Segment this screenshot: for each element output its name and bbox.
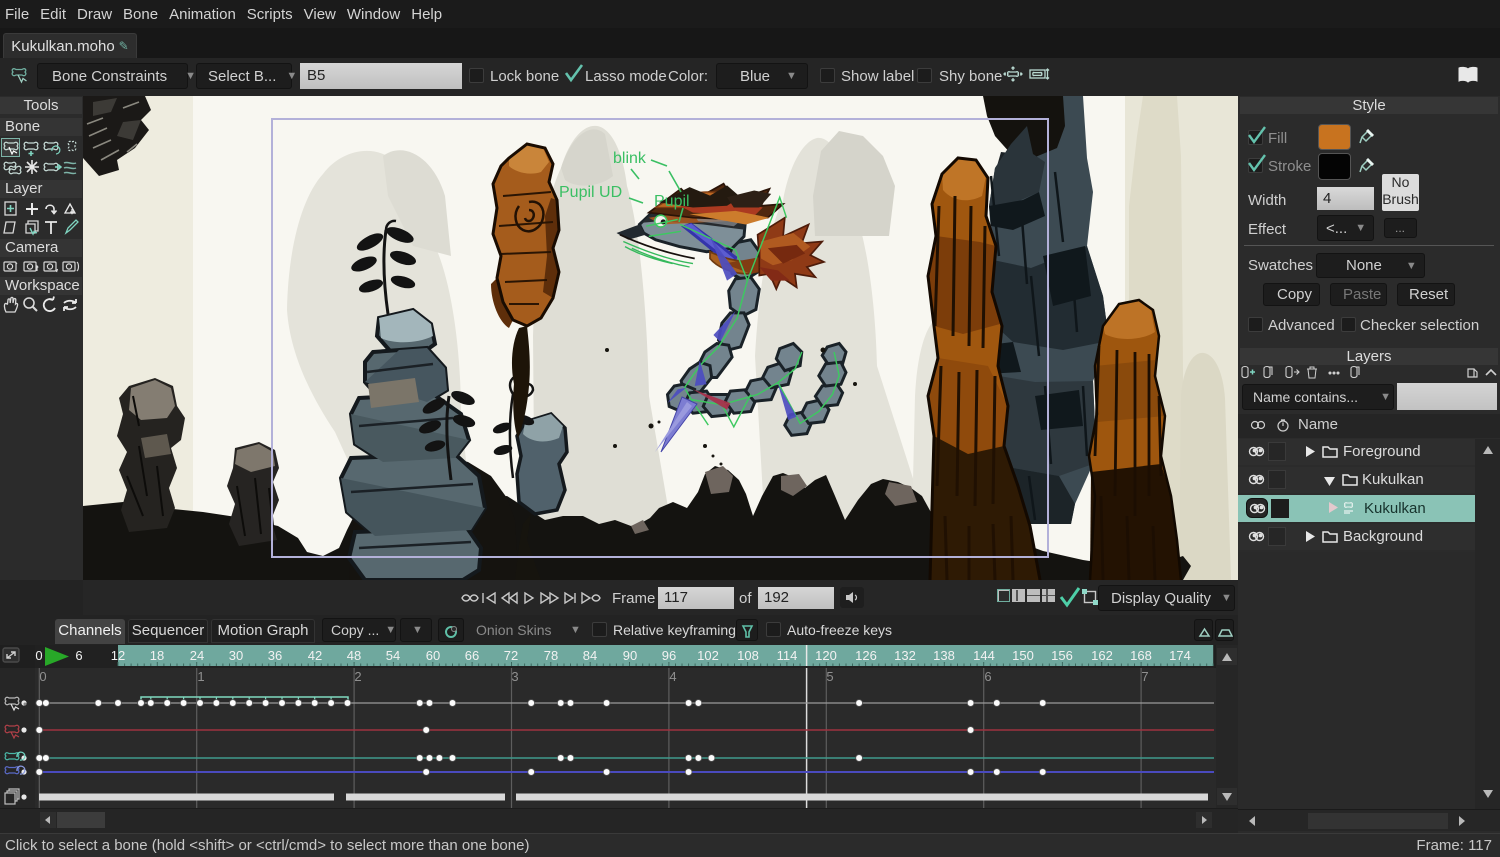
svg-text:132: 132 [894,648,916,663]
svg-text:90: 90 [623,648,637,663]
svg-text:6: 6 [75,648,82,663]
svg-text:96: 96 [662,648,676,663]
svg-text:0: 0 [35,648,42,663]
svg-text:60: 60 [426,648,440,663]
svg-text:162: 162 [1091,648,1113,663]
svg-text:Pupil UD: Pupil UD [559,184,622,201]
svg-text:108: 108 [737,648,759,663]
svg-text:7: 7 [1141,669,1148,684]
svg-text:42: 42 [308,648,322,663]
svg-text:0: 0 [39,669,46,684]
svg-text:3: 3 [511,669,518,684]
svg-text:24: 24 [190,648,204,663]
svg-text:6: 6 [984,669,991,684]
svg-text:120: 120 [815,648,837,663]
svg-text:blink: blink [613,150,647,167]
svg-text:168: 168 [1130,648,1152,663]
svg-text:12: 12 [111,648,125,663]
svg-text:144: 144 [973,648,995,663]
svg-text:156: 156 [1051,648,1073,663]
svg-text:36: 36 [268,648,282,663]
svg-text:66: 66 [465,648,479,663]
svg-text:5: 5 [826,669,833,684]
svg-text:48: 48 [347,648,361,663]
svg-text:Pupil: Pupil [654,193,690,210]
svg-text:114: 114 [777,648,798,663]
svg-text:174: 174 [1169,648,1191,663]
svg-text:84: 84 [583,648,597,663]
svg-text:18: 18 [150,648,164,663]
svg-text:54: 54 [386,648,400,663]
svg-text:4: 4 [669,669,676,684]
svg-text:2: 2 [354,669,361,684]
svg-text:138: 138 [933,648,955,663]
svg-text:126: 126 [855,648,877,663]
svg-text:72: 72 [504,648,518,663]
svg-text:1: 1 [197,669,204,684]
svg-text:150: 150 [1012,648,1034,663]
svg-text:102: 102 [697,648,719,663]
svg-text:30: 30 [229,648,243,663]
svg-text:78: 78 [544,648,558,663]
